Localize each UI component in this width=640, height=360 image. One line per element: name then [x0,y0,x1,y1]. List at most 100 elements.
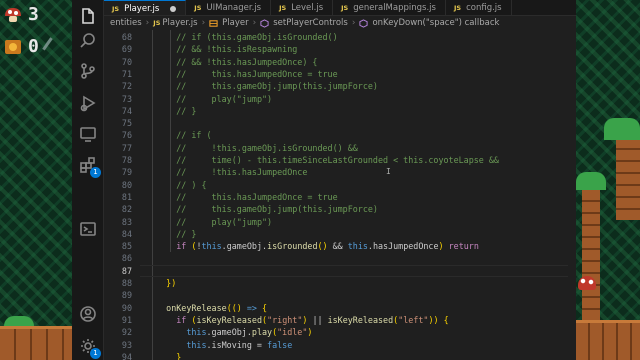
code-line[interactable]: 87 [104,264,576,278]
method-icon [359,18,369,28]
remote-explorer-button[interactable] [78,124,98,144]
code-text: }) [166,278,177,288]
extensions-button[interactable]: 1 [78,155,101,178]
code-line[interactable]: 73 // play("jump") [104,93,576,105]
brick-pillar [582,190,600,320]
bush-decoration [604,118,640,140]
code-text: // && !this.isRespawning [176,44,298,55]
chevron-right-icon: › [252,18,257,28]
brick-pillar [616,140,640,220]
code-line[interactable]: 82 // this.gameObj.jump(this.jumpForce) [104,203,576,215]
code-line[interactable]: 90 onKeyRelease(() => { [104,302,576,314]
code-line[interactable]: 68 // if (this.gameObj.isGrounded() [104,31,576,43]
terminal-button[interactable] [78,219,98,239]
extensions-badge: 1 [90,167,101,178]
accounts-button[interactable] [78,304,98,324]
search-button[interactable] [78,31,98,51]
code-line[interactable]: 83 // play("jump") [104,216,576,228]
activity-bar: 1 1 [72,0,104,360]
breadcrumb-file-label: Player.js [162,18,198,28]
code-line[interactable]: 80 // ) { [104,179,576,191]
code-line[interactable]: 71 // this.hasJumpedOnce = true [104,68,576,80]
code-text: } [176,351,182,360]
breadcrumb-class-label: Player [222,18,249,28]
tab-label: Level.js [291,3,324,13]
tab-generalmappings-js[interactable]: JS generalMappings.js [333,0,446,15]
lives-count: 3 [28,4,39,25]
code-line[interactable]: 85 if (!this.gameObj.isGrounded() && thi… [104,240,576,252]
editor-tabs: JS Player.js JS UIManager.js JS Level.js… [104,0,576,16]
js-file-icon: JS [194,4,202,12]
tab-level-js[interactable]: JS Level.js [271,0,334,15]
code-line[interactable]: 79 // !this.hasJumpedOnce [104,166,576,178]
code-text: // ) { [176,179,207,190]
code-line[interactable]: 86 [104,252,576,264]
search-icon [80,33,95,48]
code-line[interactable]: 81 // this.hasJumpedOnce = true [104,191,576,203]
tab-config-js[interactable]: JS config.js [446,0,512,15]
code-line[interactable]: 88 }) [104,277,576,289]
line-number: 82 [121,204,132,215]
code-line[interactable]: 84 // } [104,228,576,240]
game-canvas-left: 3 0 [0,0,72,360]
code-text: // } [176,105,197,116]
explorer-button[interactable] [78,6,98,26]
breadcrumb-callback[interactable]: onKeyDown("space") callback [359,18,499,28]
run-debug-icon [80,95,96,112]
line-number: 80 [121,179,132,190]
code-text: // !this.gameObj.isGrounded() && [176,142,358,153]
code-line[interactable]: 92 this.gameObj.play("idle") [104,326,576,338]
code-text: this.isMoving = false [186,339,293,350]
line-number: 87 [121,265,132,276]
code-line[interactable]: 70 // && !this.hasJumpedOnce) { [104,56,576,68]
manage-badge: 1 [90,348,101,359]
source-control-button[interactable] [78,61,98,81]
code-text: onKeyRelease(() => { [166,302,268,313]
line-number: 94 [121,351,132,360]
ground-bricks [0,326,72,360]
js-file-icon: JS [341,4,349,12]
files-icon [82,8,94,24]
unsaved-dot-icon[interactable] [170,5,177,12]
line-number: 74 [121,105,132,116]
breadcrumb-method[interactable]: setPlayerControls [260,18,348,28]
tab-player-js[interactable]: JS Player.js [104,0,187,15]
code-line[interactable]: 69 // && !this.isRespawning [104,43,576,55]
code-text: // this.gameObj.jump(this.jumpForce) [176,204,378,215]
coin-block-icon [5,39,21,54]
ground-bricks [576,320,640,360]
tab-label: Player.js [124,3,160,14]
code-editor[interactable]: 68 // if (this.gameObj.isGrounded() 69 //… [104,30,576,360]
mushroom-icon [5,7,21,22]
breadcrumb-file[interactable]: JS Player.js [153,18,197,28]
code-line[interactable]: 74 // } [104,105,576,117]
code-line[interactable]: 76 // if ( [104,129,576,141]
line-number: 92 [121,327,132,338]
manage-button[interactable]: 1 [78,336,101,359]
code-line[interactable]: 93 this.isMoving = false [104,339,576,351]
code-line[interactable]: 94 } [104,351,576,360]
line-number: 73 [121,93,132,104]
hud-coins: 0 [4,36,62,57]
run-debug-button[interactable] [78,93,98,113]
line-number: 70 [121,56,132,67]
line-number: 72 [121,81,132,92]
code-line[interactable]: 89 [104,289,576,301]
code-line[interactable]: 75 [104,117,576,129]
tab-uimanager-js[interactable]: JS UIManager.js [186,0,272,15]
breadcrumb-class[interactable]: Player [209,18,249,28]
coins-count: 0 [28,36,39,57]
code-line[interactable]: 78 // time() - this.timeSinceLastGrounde… [104,154,576,166]
code-text: // if (this.gameObj.isGrounded() [176,32,338,42]
breadcrumb-folder[interactable]: entities [110,18,142,28]
code-line[interactable]: 77 // !this.gameObj.isGrounded() && [104,142,576,154]
chevron-right-icon: › [351,18,356,28]
class-icon [209,19,218,27]
code-text: if (isKeyReleased("right") || isKeyRelea… [176,314,449,325]
breadcrumb-callback-label: onKeyDown("space") callback [372,18,500,28]
code-line[interactable]: 91 if (isKeyReleased("right") || isKeyRe… [104,314,576,326]
line-number: 79 [121,167,132,178]
code-line[interactable]: 72 // this.gameObj.jump(this.jumpForce) [104,80,576,92]
hud-lives: 3 [4,4,39,25]
tab-label: generalMappings.js [353,3,436,13]
